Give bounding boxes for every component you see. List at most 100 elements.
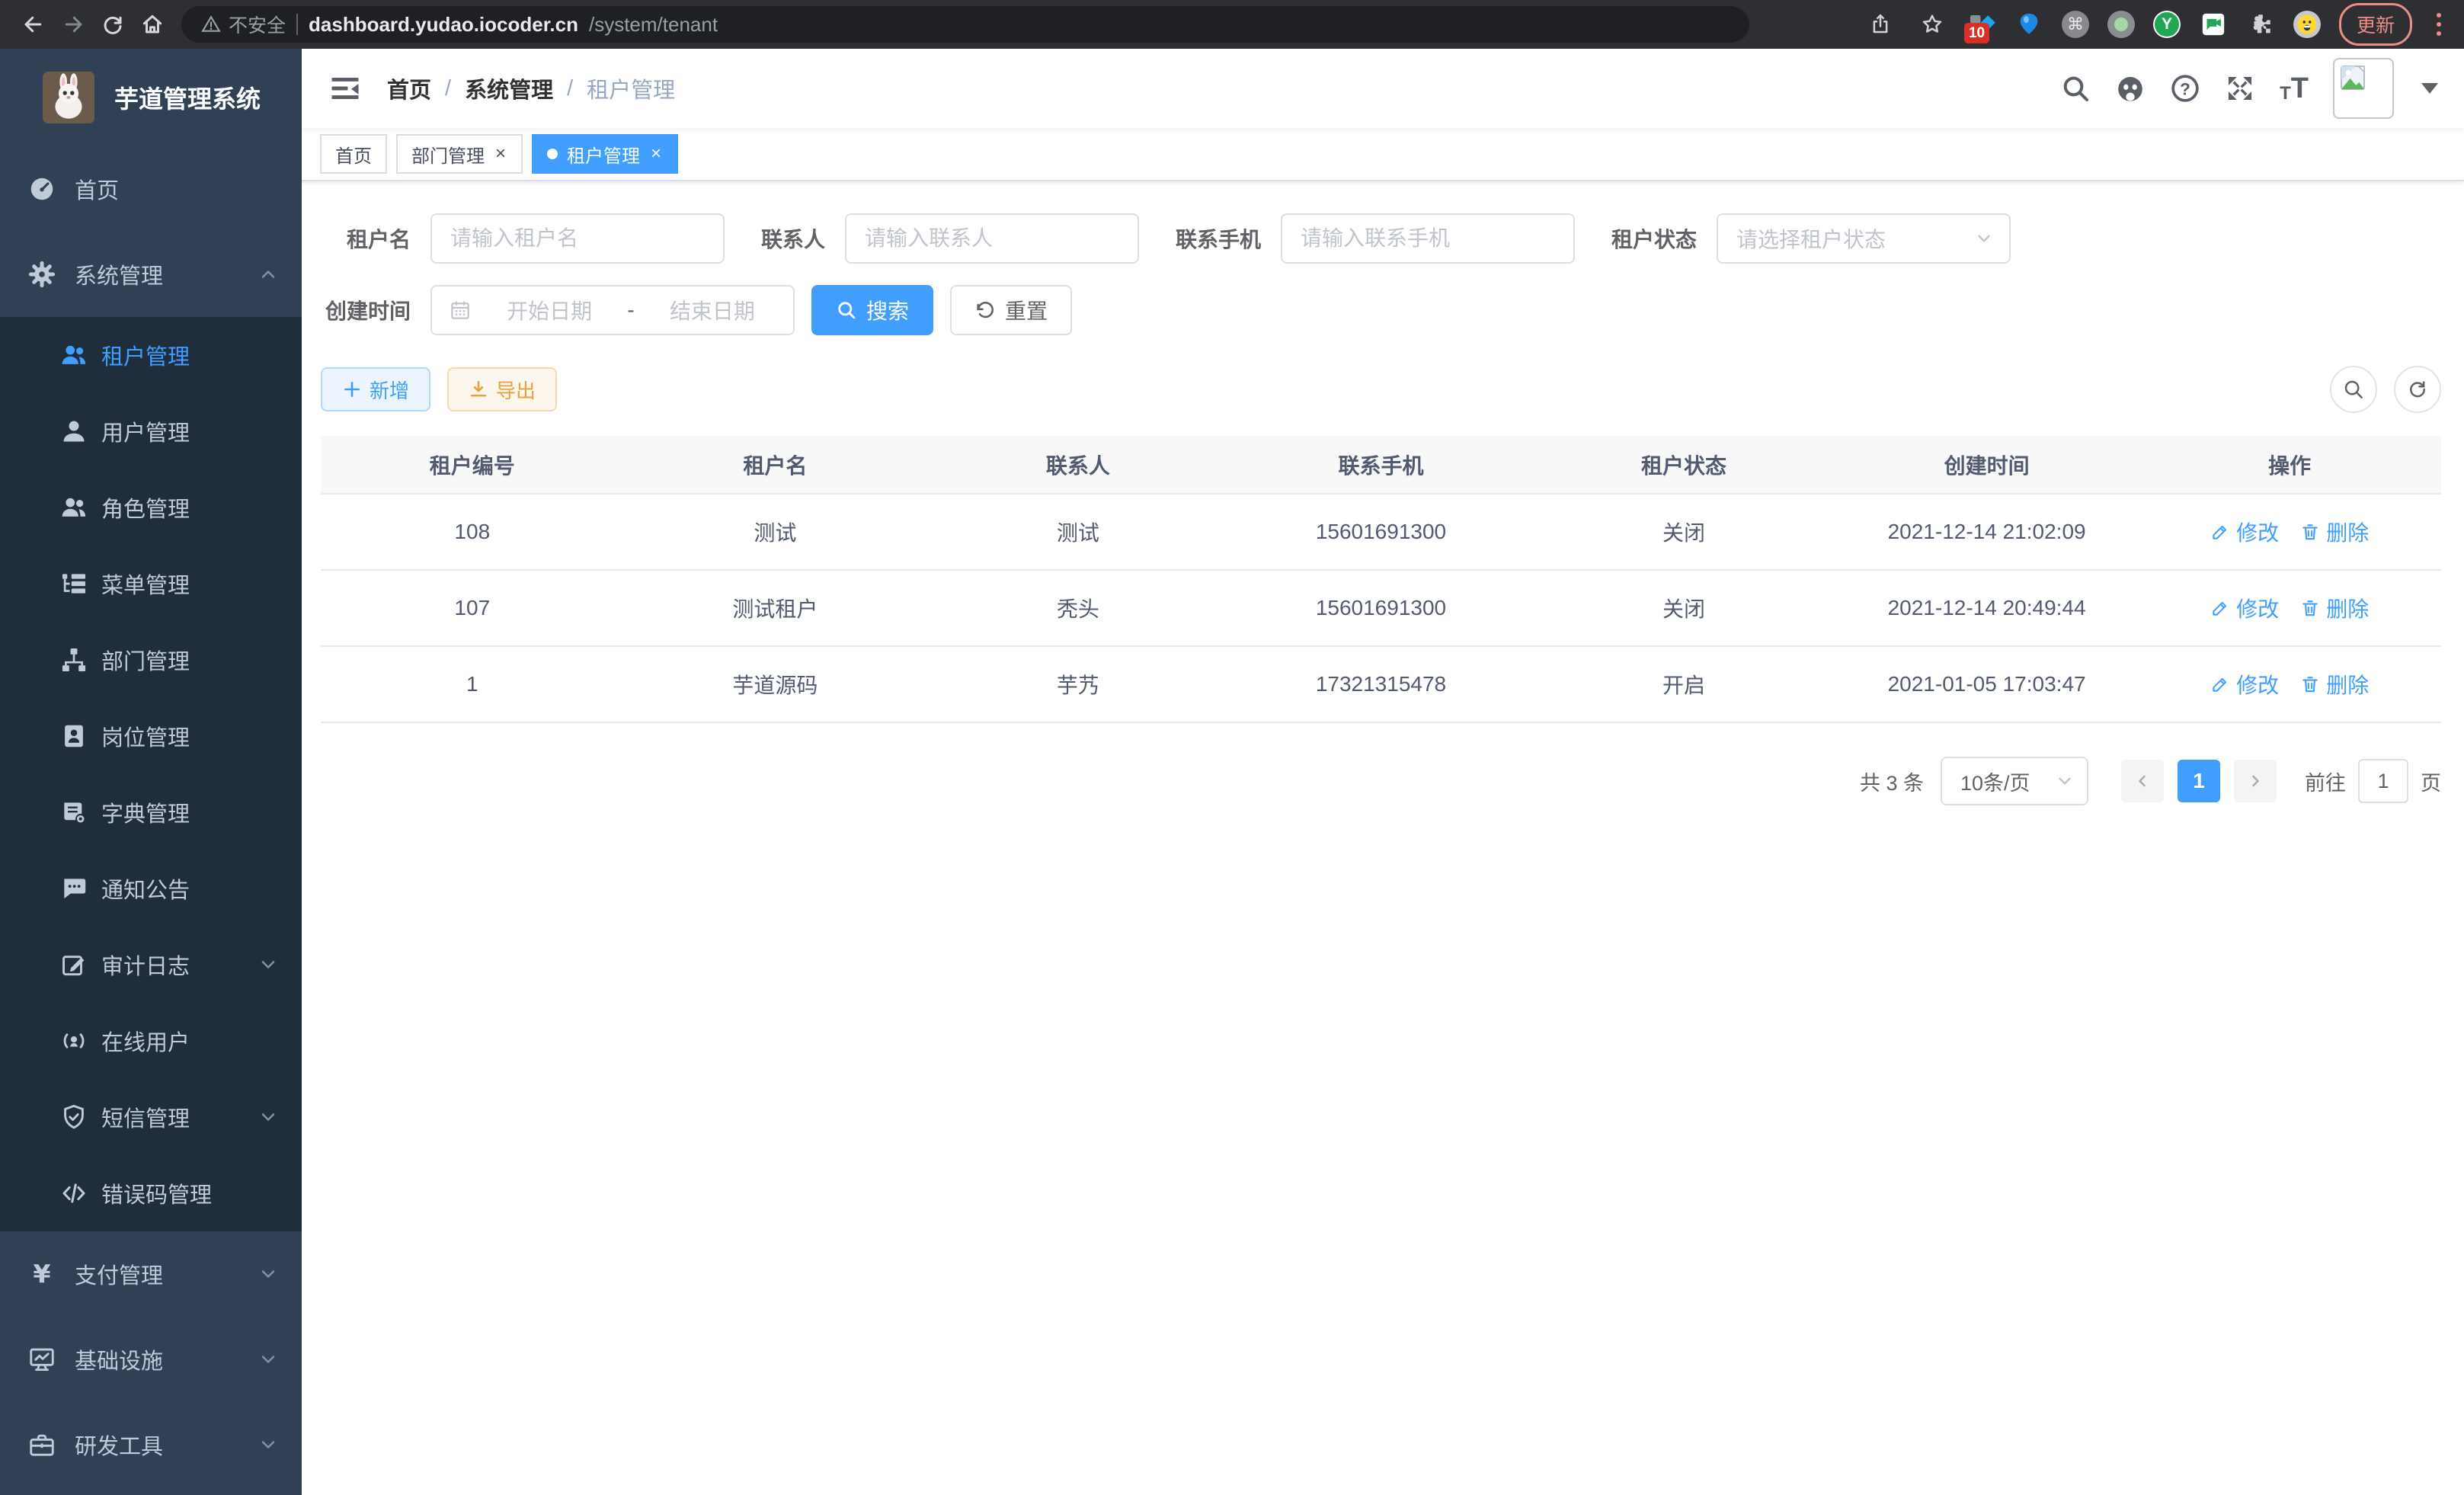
tab-dept[interactable]: 部门管理× [396, 134, 523, 174]
tab-tenant[interactable]: 租户管理× [532, 134, 678, 174]
sidebar-item-user[interactable]: 用户管理 [0, 393, 302, 469]
github-icon[interactable] [2115, 73, 2146, 104]
delete-link[interactable]: 删除 [2300, 517, 2369, 547]
chevron-down-icon [258, 1349, 279, 1370]
browser-back-icon[interactable] [17, 8, 50, 41]
bookmark-star-icon[interactable] [1915, 8, 1949, 41]
delete-link[interactable]: 删除 [2300, 669, 2369, 699]
toggle-search-button[interactable] [2330, 366, 2377, 413]
sidebar-item-role[interactable]: 角色管理 [0, 469, 302, 546]
fullscreen-icon[interactable] [2225, 73, 2255, 104]
export-button[interactable]: 导出 [447, 367, 557, 411]
share-icon[interactable] [1864, 8, 1897, 41]
sidebar-item-online-user[interactable]: 在线用户 [0, 1003, 302, 1079]
edit-link[interactable]: 修改 [2210, 669, 2279, 699]
sidebar-item-infra[interactable]: 基础设施 [0, 1317, 302, 1402]
font-size-icon[interactable]: TT [2280, 74, 2309, 103]
edit-link[interactable]: 修改 [2210, 593, 2279, 623]
sidebar-item-post[interactable]: 岗位管理 [0, 698, 302, 774]
sidebar-item-tenant[interactable]: 租户管理 [0, 317, 302, 393]
svg-text:¥: ¥ [33, 1260, 50, 1289]
table-row: 107测试租户秃头15601691300关闭2021-12-14 20:49:4… [321, 570, 2441, 646]
breadcrumb-separator: / [567, 76, 573, 101]
profile-avatar-icon[interactable] [2293, 11, 2321, 38]
extension-balloon-icon[interactable] [2014, 10, 2043, 39]
page-number-1[interactable]: 1 [2178, 760, 2220, 802]
sidebar-item-dev-tool[interactable]: 研发工具 [0, 1402, 302, 1487]
col-status: 租户状态 [1532, 436, 1835, 494]
sidebar-item-error-code[interactable]: 错误码管理 [0, 1155, 302, 1231]
delete-link[interactable]: 删除 [2300, 593, 2369, 623]
contact-input[interactable] [845, 213, 1139, 264]
sidebar-item-dept[interactable]: 部门管理 [0, 622, 302, 698]
url-host: dashboard.yudao.iocoder.cn [309, 13, 578, 37]
breadcrumb-home[interactable]: 首页 [387, 72, 431, 104]
cell-mobile: 15601691300 [1230, 570, 1533, 646]
app-logo [43, 72, 94, 123]
sidebar-item-notice[interactable]: 通知公告 [0, 850, 302, 927]
reset-button[interactable]: 重置 [950, 285, 1072, 335]
extension-recorder-icon[interactable] [2107, 11, 2135, 38]
browser-reload-icon[interactable] [96, 8, 130, 41]
app-title: 芋道管理系统 [114, 80, 261, 115]
browser-forward-icon[interactable] [56, 8, 90, 41]
docs-help-icon[interactable]: ? [2170, 73, 2200, 104]
status-label: 租户状态 [1611, 223, 1697, 254]
chevron-down-icon [1974, 229, 1994, 248]
browser-menu-icon[interactable] [2430, 13, 2447, 36]
next-page-button[interactable] [2234, 760, 2277, 802]
code-icon [59, 1179, 88, 1208]
col-contact: 联系人 [926, 436, 1230, 494]
chevron-down-icon [258, 954, 279, 975]
peoples-icon [59, 493, 88, 522]
status-select[interactable]: 请选择租户状态 [1717, 213, 2011, 264]
sidebar-item-pay[interactable]: ¥支付管理 [0, 1231, 302, 1317]
refresh-button[interactable] [2394, 366, 2441, 413]
cell-status: 关闭 [1532, 494, 1835, 570]
tenant-table: 租户编号 租户名 联系人 联系手机 租户状态 创建时间 操作 108测试测试15… [321, 436, 2441, 723]
search-button[interactable]: 搜索 [811, 285, 933, 335]
sidebar-item-sms[interactable]: 短信管理 [0, 1079, 302, 1155]
avatar[interactable] [2333, 58, 2394, 119]
security-warning[interactable]: 不安全 [201, 11, 286, 38]
shield-icon [59, 1103, 88, 1132]
avatar-caret-icon[interactable] [2421, 83, 2438, 94]
start-date-placeholder: 开始日期 [485, 295, 613, 325]
extension-chat-icon[interactable] [2199, 10, 2228, 39]
sidebar-item-audit-log[interactable]: 审计日志 [0, 927, 302, 1003]
extension-y-icon[interactable]: Y [2153, 11, 2181, 38]
hamburger-icon[interactable] [329, 72, 361, 104]
close-icon[interactable]: × [494, 145, 507, 163]
search-icon[interactable] [2060, 73, 2091, 104]
page-size-select[interactable]: 10条/页 [1941, 757, 2088, 805]
create-time-range-picker[interactable]: 开始日期 - 结束日期 [430, 285, 795, 335]
sidebar-logo-row[interactable]: 芋道管理系统 [0, 49, 302, 146]
extension-command-icon[interactable]: ⌘ [2062, 11, 2089, 38]
edit-link[interactable]: 修改 [2210, 517, 2279, 547]
goto-page-input[interactable] [2358, 759, 2408, 803]
breadcrumb-system[interactable]: 系统管理 [465, 72, 553, 104]
close-icon[interactable]: × [649, 145, 663, 163]
address-bar[interactable]: 不安全 dashboard.yudao.iocoder.cn/system/te… [181, 6, 1749, 43]
add-button[interactable]: 新增 [321, 367, 430, 411]
extension-tabs-icon[interactable]: 10 [1967, 10, 1996, 39]
gear-icon [27, 260, 56, 289]
extensions-puzzle-icon[interactable] [2246, 10, 2275, 39]
breadcrumb-separator: / [445, 76, 451, 101]
sidebar-item-dict[interactable]: 字典管理 [0, 774, 302, 850]
cell-name: 测试租户 [624, 570, 927, 646]
url-divider [296, 14, 298, 35]
browser-home-icon[interactable] [136, 8, 169, 41]
prev-page-button[interactable] [2121, 760, 2164, 802]
post-icon [59, 722, 88, 751]
col-tenant-name: 租户名 [624, 436, 927, 494]
mobile-input[interactable] [1281, 213, 1575, 264]
sidebar-item-menu[interactable]: 菜单管理 [0, 546, 302, 622]
tab-home[interactable]: 首页 [320, 134, 387, 174]
sidebar-item-home[interactable]: 首页 [0, 146, 302, 232]
sidebar-item-system[interactable]: 系统管理 [0, 232, 302, 317]
cell-created: 2021-12-14 21:02:09 [1835, 494, 2139, 570]
tenant-name-input[interactable] [430, 213, 725, 264]
total-count: 共 3 条 [1860, 767, 1924, 796]
browser-update-button[interactable]: 更新 [2339, 3, 2412, 46]
